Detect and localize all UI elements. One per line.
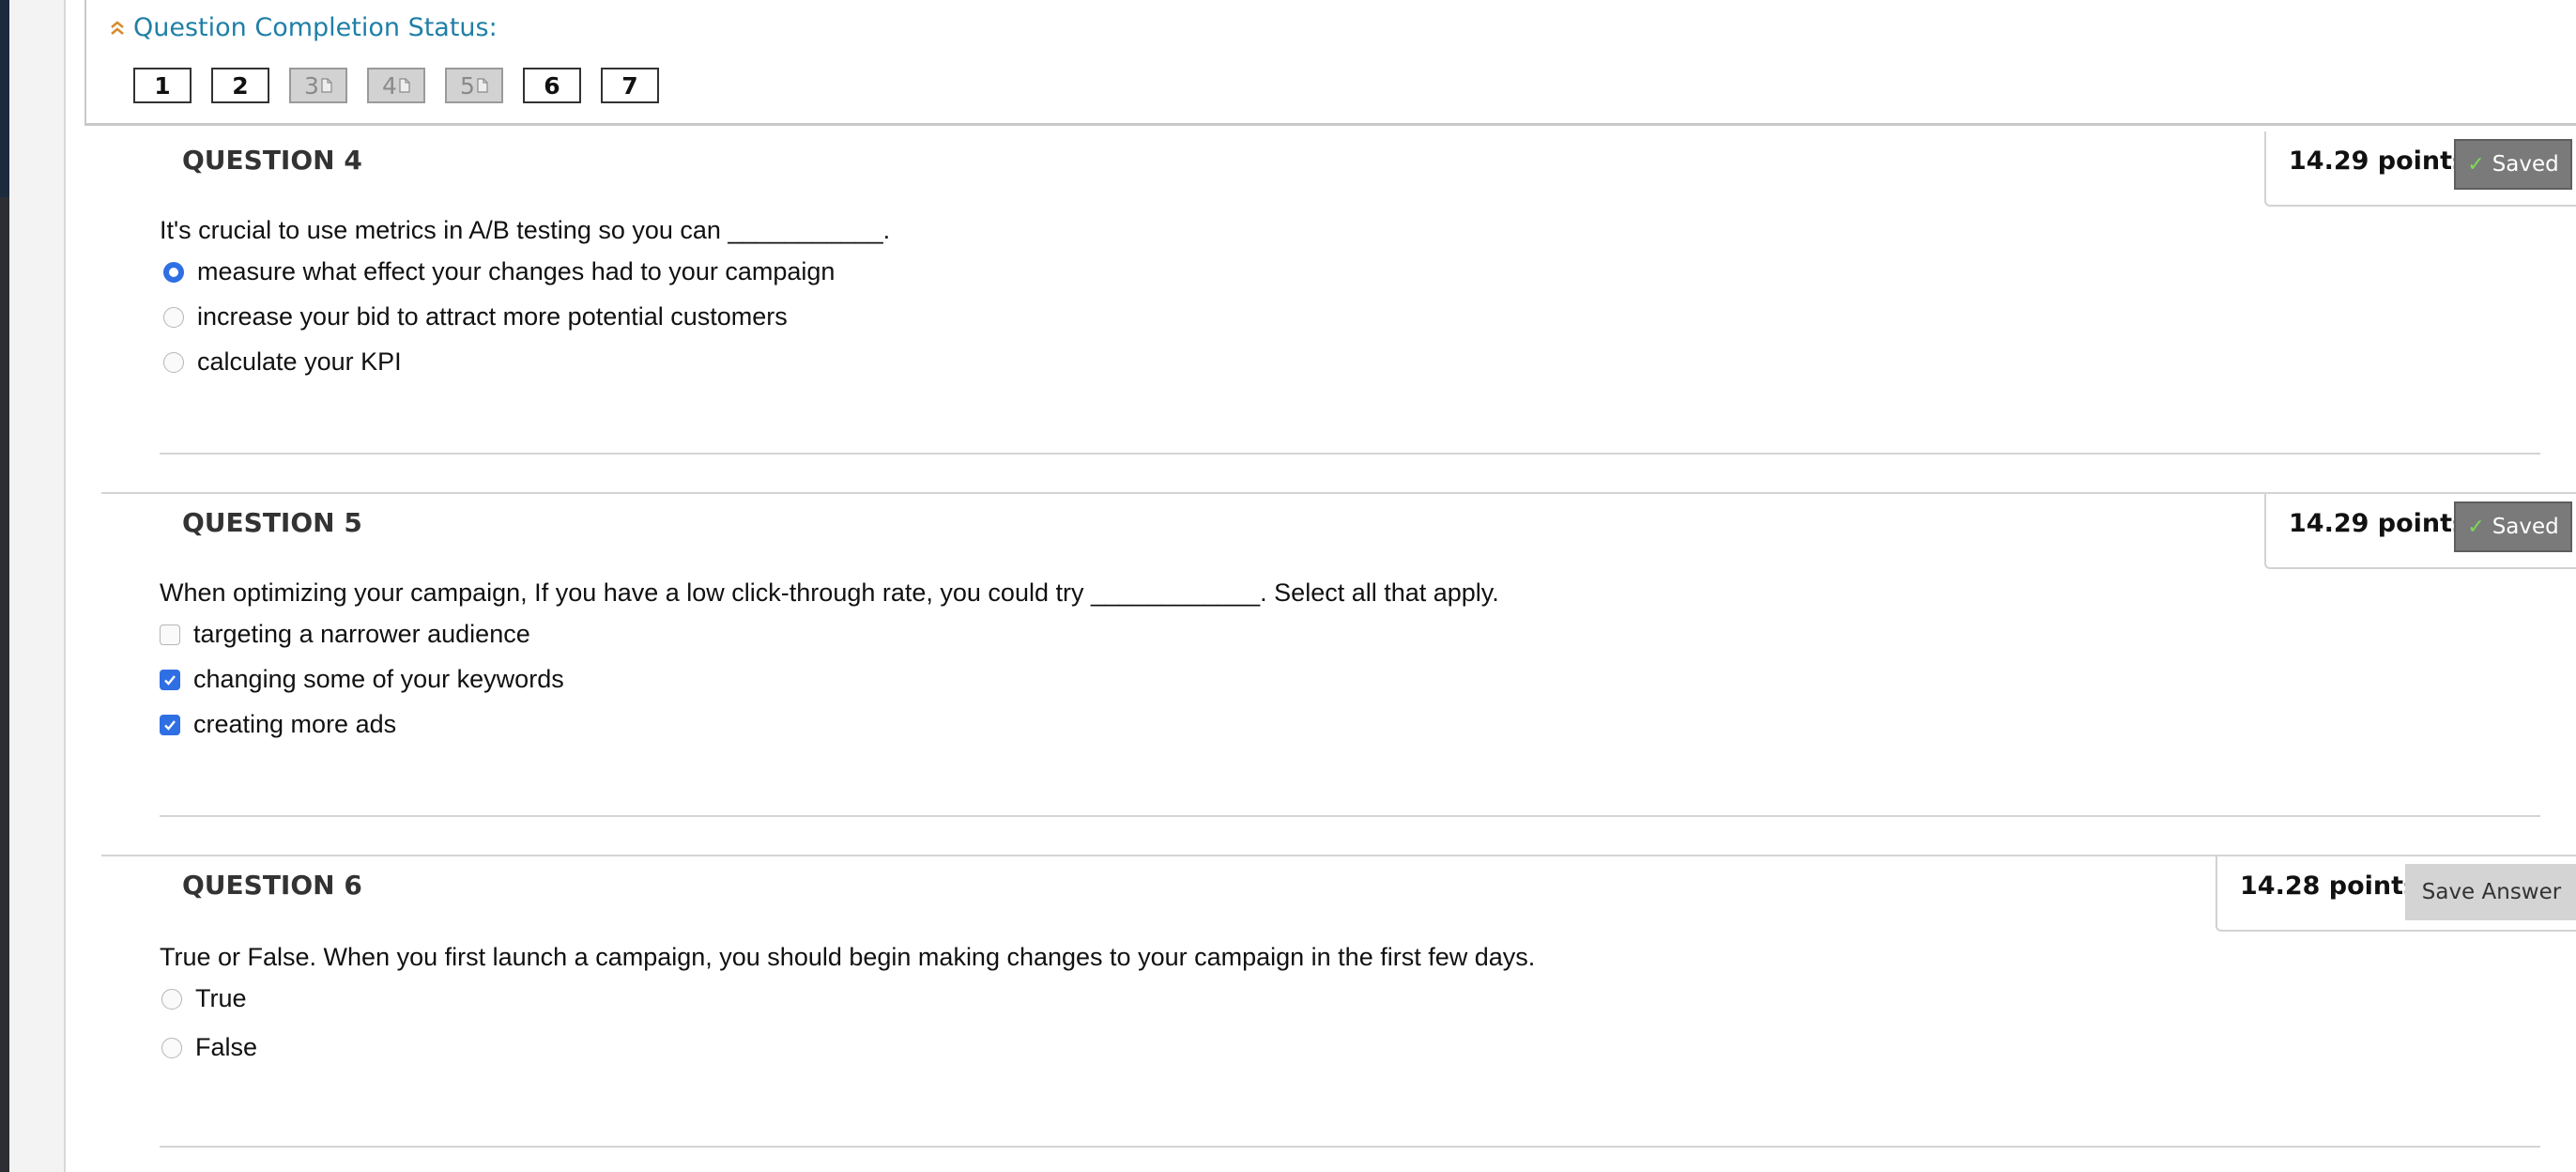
answer-option[interactable]: targeting a narrower audience bbox=[160, 620, 530, 649]
checkmark-icon: ✓ bbox=[2467, 515, 2485, 539]
question-nav-3[interactable]: 3 bbox=[289, 68, 347, 103]
saved-document-icon bbox=[321, 78, 332, 93]
answer-label[interactable]: measure what effect your changes had to … bbox=[197, 257, 835, 286]
points-box: 14.28 points Save Answer bbox=[2216, 856, 2576, 932]
saved-label: Saved bbox=[2492, 515, 2559, 539]
answer-option[interactable]: True bbox=[161, 984, 247, 1013]
points-value: 14.29 points bbox=[2289, 509, 2468, 538]
radio-button[interactable] bbox=[163, 306, 184, 328]
radio-button[interactable] bbox=[161, 1037, 182, 1058]
question-nav-label: 4 bbox=[382, 71, 397, 100]
save-answer-button[interactable]: Save Answer bbox=[2405, 864, 2576, 920]
question-divider bbox=[160, 453, 2540, 455]
question-title: QUESTION 5 bbox=[182, 507, 362, 538]
answer-option[interactable]: False bbox=[161, 1033, 257, 1062]
points-value: 14.28 points bbox=[2240, 871, 2419, 901]
radio-button[interactable] bbox=[163, 261, 184, 283]
question-nav-label: 2 bbox=[232, 71, 249, 100]
answer-option[interactable]: creating more ads bbox=[160, 710, 396, 739]
question-nav-label: 5 bbox=[460, 71, 475, 100]
question-nav-label: 6 bbox=[544, 71, 560, 100]
question-nav-label: 3 bbox=[304, 71, 319, 100]
question-text: True or False. When you first launch a c… bbox=[160, 943, 1536, 971]
answer-option[interactable]: calculate your KPI bbox=[163, 347, 402, 377]
question-nav-label: 1 bbox=[154, 71, 171, 100]
question-nav-2[interactable]: 2 bbox=[211, 68, 269, 103]
question-title: QUESTION 6 bbox=[182, 870, 362, 901]
question-nav: 1 2 3 4 5 6 7 bbox=[133, 68, 679, 103]
question-top-border bbox=[101, 855, 2576, 856]
answer-label[interactable]: changing some of your keywords bbox=[193, 665, 564, 694]
points-box: 14.29 points ✓ Saved bbox=[2264, 494, 2576, 569]
question-completion-status-panel: Question Completion Status: 1 2 3 4 5 6 … bbox=[84, 0, 2576, 126]
answer-option[interactable]: changing some of your keywords bbox=[160, 665, 564, 694]
checkmark-icon bbox=[164, 674, 176, 686]
question-nav-label: 7 bbox=[621, 71, 638, 100]
saved-status-button[interactable]: ✓ Saved bbox=[2454, 139, 2572, 190]
checkmark-icon bbox=[164, 719, 176, 731]
answer-label[interactable]: False bbox=[195, 1033, 257, 1062]
saved-document-icon bbox=[477, 78, 488, 93]
window-left-edge-accent bbox=[0, 0, 9, 197]
answer-label[interactable]: True bbox=[195, 984, 247, 1013]
radio-button[interactable] bbox=[161, 988, 182, 1010]
checkbox[interactable] bbox=[160, 624, 180, 645]
checkbox[interactable] bbox=[160, 714, 180, 735]
question-nav-6[interactable]: 6 bbox=[523, 68, 581, 103]
saved-document-icon bbox=[399, 78, 410, 93]
double-chevron-up-icon[interactable] bbox=[109, 19, 126, 38]
radio-button[interactable] bbox=[163, 351, 184, 373]
answer-option[interactable]: measure what effect your changes had to … bbox=[163, 257, 835, 286]
status-header[interactable]: Question Completion Status: bbox=[109, 13, 498, 42]
answer-option[interactable]: increase your bid to attract more potent… bbox=[163, 302, 788, 332]
question-top-border bbox=[101, 492, 2576, 494]
saved-label: Saved bbox=[2492, 152, 2559, 177]
question-divider bbox=[160, 815, 2540, 817]
question-6-block: QUESTION 6 14.28 points Save Answer True… bbox=[101, 855, 2576, 1172]
points-value: 14.29 points bbox=[2289, 146, 2468, 176]
question-divider bbox=[160, 1146, 2540, 1148]
question-nav-7[interactable]: 7 bbox=[601, 68, 659, 103]
question-title: QUESTION 4 bbox=[182, 145, 362, 176]
question-nav-5[interactable]: 5 bbox=[445, 68, 503, 103]
question-nav-4[interactable]: 4 bbox=[367, 68, 425, 103]
answer-label[interactable]: creating more ads bbox=[193, 710, 396, 739]
answer-label[interactable]: calculate your KPI bbox=[197, 347, 402, 377]
window-left-edge bbox=[0, 0, 9, 1172]
saved-status-button[interactable]: ✓ Saved bbox=[2454, 501, 2572, 552]
question-4-block: QUESTION 4 14.29 points ✓ Saved It's cru… bbox=[101, 130, 2576, 490]
status-title[interactable]: Question Completion Status: bbox=[133, 13, 498, 42]
points-box: 14.29 points ✓ Saved bbox=[2264, 131, 2576, 207]
left-gutter bbox=[9, 0, 66, 1172]
question-text: It's crucial to use metrics in A/B testi… bbox=[160, 216, 891, 244]
question-text: When optimizing your campaign, If you ha… bbox=[160, 578, 1499, 607]
answer-label[interactable]: increase your bid to attract more potent… bbox=[197, 302, 788, 332]
answer-label[interactable]: targeting a narrower audience bbox=[193, 620, 530, 649]
checkbox[interactable] bbox=[160, 669, 180, 690]
checkmark-icon: ✓ bbox=[2467, 152, 2485, 177]
question-nav-1[interactable]: 1 bbox=[133, 68, 192, 103]
question-5-block: QUESTION 5 14.29 points ✓ Saved When opt… bbox=[101, 492, 2576, 853]
